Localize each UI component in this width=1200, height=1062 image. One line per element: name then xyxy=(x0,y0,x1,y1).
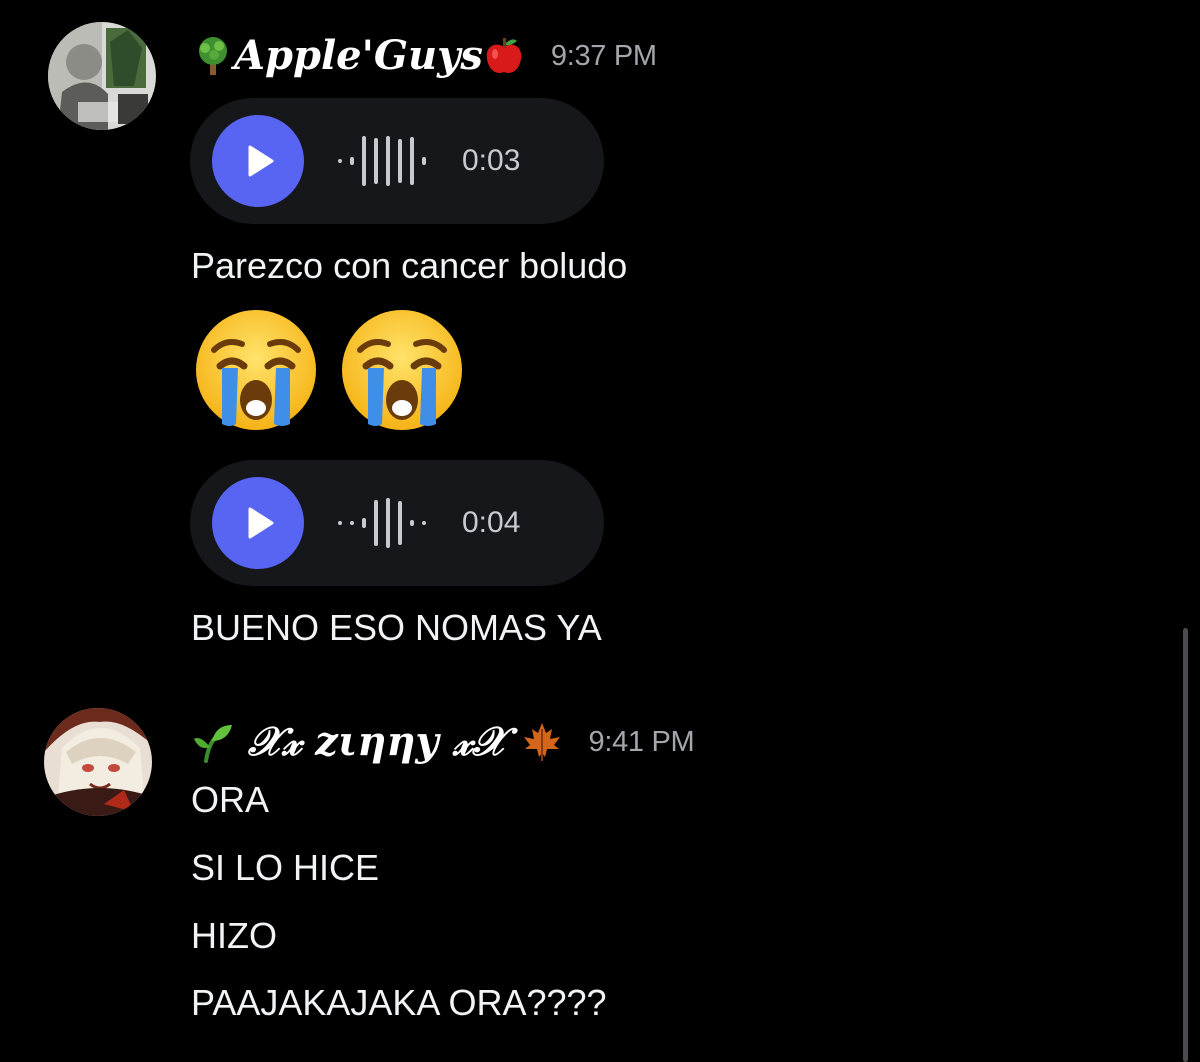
message-text: Parezco con cancer boludo xyxy=(191,245,628,286)
waveform-bar xyxy=(362,136,366,186)
timestamp: 9:41 PM xyxy=(588,725,695,758)
waveform-bar xyxy=(374,500,378,546)
seedling-emoji-icon xyxy=(192,721,234,763)
voice-message: 0:03 xyxy=(190,98,604,224)
play-button[interactable] xyxy=(212,477,304,569)
avatar[interactable] xyxy=(44,708,152,816)
waveform-bar xyxy=(422,521,426,525)
voice-duration: 0:04 xyxy=(462,506,521,539)
waveform-bar xyxy=(362,518,366,528)
message-header: 𝒳𝓍 zιηηу 𝓍𝒳 9:41 PM xyxy=(192,716,695,768)
waveform-bar xyxy=(410,137,414,185)
tree-emoji-icon xyxy=(192,35,234,77)
author-name[interactable]: 𝒳𝓍 zιηηу 𝓍𝒳 xyxy=(248,722,507,762)
waveform[interactable] xyxy=(338,493,426,553)
waveform-bar xyxy=(374,138,378,184)
avatar-image xyxy=(48,22,156,130)
loudly-crying-face-emoji-icon xyxy=(194,308,318,432)
avatar-image xyxy=(44,708,152,816)
waveform[interactable] xyxy=(338,131,426,191)
play-icon xyxy=(248,507,274,539)
waveform-bar xyxy=(338,159,342,163)
waveform-bar xyxy=(386,136,390,186)
message-text: PAAJAKAJAKA ORA???? xyxy=(191,982,607,1023)
play-button[interactable] xyxy=(212,115,304,207)
message-text: HIZO xyxy=(191,915,277,956)
waveform-bar xyxy=(398,501,402,545)
waveform-bar xyxy=(350,521,354,525)
waveform-bar xyxy=(338,521,342,525)
loudly-crying-face-emoji-icon xyxy=(340,308,464,432)
waveform-bar xyxy=(386,498,390,548)
scrollbar[interactable] xyxy=(1183,628,1188,1062)
voice-message: 0:04 xyxy=(190,460,604,586)
message-text: ORA xyxy=(191,779,270,820)
play-icon xyxy=(248,145,274,177)
avatar[interactable] xyxy=(48,22,156,130)
chat-view: Apple'Guys 9:37 PM 0:03 Parezco con canc… xyxy=(0,0,1200,1062)
red-apple-emoji-icon xyxy=(483,35,525,77)
waveform-bar xyxy=(398,139,402,183)
waveform-bar xyxy=(410,520,414,526)
message-text: SI LO HICE xyxy=(191,847,380,888)
waveform-bar xyxy=(422,157,426,165)
timestamp: 9:37 PM xyxy=(550,39,657,72)
waveform-bar xyxy=(350,157,354,165)
author-name[interactable]: Apple'Guys xyxy=(234,36,483,76)
message-text: BUENO ESO NOMAS YA xyxy=(191,607,602,648)
voice-duration: 0:03 xyxy=(462,144,521,177)
maple-leaf-emoji-icon xyxy=(521,721,563,763)
message-header: Apple'Guys 9:37 PM xyxy=(192,30,657,82)
